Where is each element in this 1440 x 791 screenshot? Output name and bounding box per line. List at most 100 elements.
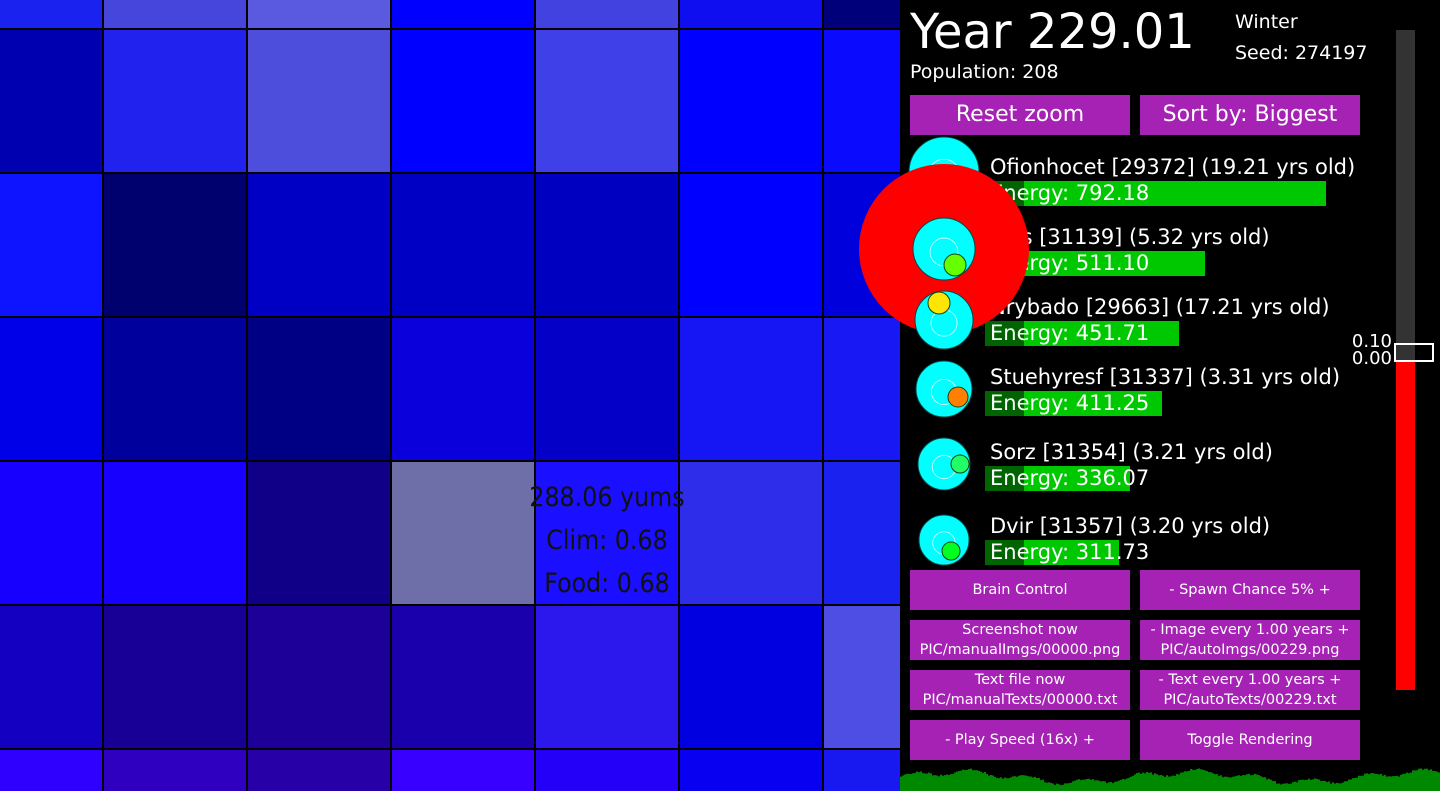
- map-tile[interactable]: [680, 606, 822, 748]
- histogram-bar: [1040, 780, 1042, 791]
- play-speed-stepper[interactable]: - Play Speed (16x) +: [910, 720, 1130, 760]
- histogram-bar: [992, 775, 994, 791]
- map-tile[interactable]: [680, 30, 822, 172]
- map-tile[interactable]: [824, 0, 900, 28]
- histogram-bar: [916, 772, 918, 791]
- histogram-bar: [1050, 783, 1052, 791]
- map-tile[interactable]: [680, 174, 822, 316]
- map-tile[interactable]: [0, 750, 102, 791]
- map-tile[interactable]: [536, 750, 678, 791]
- map-tile[interactable]: [0, 0, 102, 28]
- map-tile[interactable]: [536, 606, 678, 748]
- map-tile[interactable]: [680, 750, 822, 791]
- map-tile[interactable]: [392, 30, 534, 172]
- histogram-bar: [1212, 773, 1214, 791]
- histogram-bar: [1146, 772, 1148, 791]
- map-tile[interactable]: [680, 0, 822, 28]
- text-file-now-button[interactable]: Text file now PIC/manualTexts/00000.txt: [910, 670, 1130, 710]
- map-tile[interactable]: [104, 606, 246, 748]
- map-tile[interactable]: [104, 0, 246, 28]
- creature-energy: Energy: 411.25: [990, 391, 1149, 416]
- histogram-bar: [1076, 780, 1078, 791]
- map-tile[interactable]: [104, 318, 246, 460]
- map-tile[interactable]: [392, 750, 534, 791]
- map-tile[interactable]: [248, 30, 390, 172]
- map-tile[interactable]: [680, 318, 822, 460]
- histogram-bar: [1066, 783, 1068, 791]
- map-tile[interactable]: [248, 462, 390, 604]
- histogram-bar: [1220, 775, 1222, 791]
- histogram-bar: [1242, 775, 1244, 791]
- world-map[interactable]: 288.06 yums Clim: 0.68 Food: 0.68: [0, 0, 900, 791]
- image-interval-stepper[interactable]: - Image every 1.00 years + PIC/autoImgs/…: [1140, 620, 1360, 660]
- map-tile[interactable]: [0, 30, 102, 172]
- histogram-bar: [1404, 774, 1406, 791]
- map-tile[interactable]: [824, 318, 900, 460]
- map-tile[interactable]: [248, 0, 390, 28]
- map-tile[interactable]: [536, 318, 678, 460]
- map-tile[interactable]: [104, 30, 246, 172]
- histogram-bar: [1406, 773, 1408, 791]
- histogram-bar: [1094, 780, 1096, 791]
- histogram-bar: [1032, 777, 1034, 791]
- sort-by-button[interactable]: Sort by: Biggest: [1140, 95, 1360, 135]
- tile-energy: 288.06 yums: [495, 476, 719, 519]
- histogram-bar: [912, 773, 914, 791]
- map-tile[interactable]: [248, 318, 390, 460]
- histogram-bar: [1262, 777, 1264, 791]
- map-tile[interactable]: [392, 0, 534, 28]
- spawn-chance-stepper[interactable]: - Spawn Chance 5% +: [1140, 570, 1360, 610]
- histogram-bar: [928, 773, 930, 791]
- histogram-bar: [1216, 774, 1218, 791]
- population-histogram: [900, 760, 1440, 791]
- map-tile[interactable]: [0, 318, 102, 460]
- map-tile[interactable]: [248, 750, 390, 791]
- histogram-bar: [1210, 772, 1212, 791]
- histogram-bar: [1384, 775, 1386, 791]
- map-tile[interactable]: [0, 462, 102, 604]
- map-tile[interactable]: [824, 30, 900, 172]
- brain-control-button[interactable]: Brain Control: [910, 570, 1130, 610]
- map-tile[interactable]: [536, 174, 678, 316]
- histogram-bar: [994, 777, 996, 791]
- map-tile[interactable]: [392, 318, 534, 460]
- histogram-bar: [1162, 776, 1164, 791]
- histogram-bar: [920, 771, 922, 791]
- map-tile[interactable]: [392, 174, 534, 316]
- map-tile[interactable]: [104, 174, 246, 316]
- map-tile[interactable]: [536, 0, 678, 28]
- map-tile[interactable]: [248, 606, 390, 748]
- screenshot-now-label: Screenshot now: [910, 620, 1130, 640]
- map-tile[interactable]: [0, 606, 102, 748]
- histogram-bar: [1294, 782, 1296, 791]
- map-tile[interactable]: [824, 606, 900, 748]
- map-tile[interactable]: [824, 750, 900, 791]
- slider-handle[interactable]: [1394, 343, 1434, 362]
- map-tile[interactable]: [0, 174, 102, 316]
- toggle-rendering-button[interactable]: Toggle Rendering: [1140, 720, 1360, 760]
- map-tile[interactable]: [536, 30, 678, 172]
- histogram-bar: [1036, 778, 1038, 791]
- map-tile[interactable]: [104, 750, 246, 791]
- screenshot-now-button[interactable]: Screenshot now PIC/manualImgs/00000.png: [910, 620, 1130, 660]
- histogram-bar: [1022, 775, 1024, 791]
- histogram-bar: [1014, 776, 1016, 791]
- creature-name: Stuehyresf [31337] (3.31 yrs old): [990, 365, 1340, 389]
- histogram-bar: [1378, 774, 1380, 791]
- histogram-bar: [986, 774, 988, 791]
- text-interval-stepper[interactable]: - Text every 1.00 years + PIC/autoTexts/…: [1140, 670, 1360, 710]
- histogram-bar: [1418, 769, 1420, 791]
- histogram-bar: [1306, 780, 1308, 791]
- reset-zoom-button[interactable]: Reset zoom: [910, 95, 1130, 135]
- histogram-bar: [1124, 779, 1126, 791]
- histogram-bar: [1002, 779, 1004, 791]
- histogram-bar: [1416, 770, 1418, 791]
- map-tile[interactable]: [104, 462, 246, 604]
- histogram-bar: [1098, 781, 1100, 791]
- map-tile[interactable]: [824, 462, 900, 604]
- creature-energy: Energy: 451.71: [990, 321, 1149, 346]
- map-tile[interactable]: [824, 174, 900, 316]
- map-tile[interactable]: [392, 606, 534, 748]
- histogram-bar: [1178, 774, 1180, 791]
- map-tile[interactable]: [248, 174, 390, 316]
